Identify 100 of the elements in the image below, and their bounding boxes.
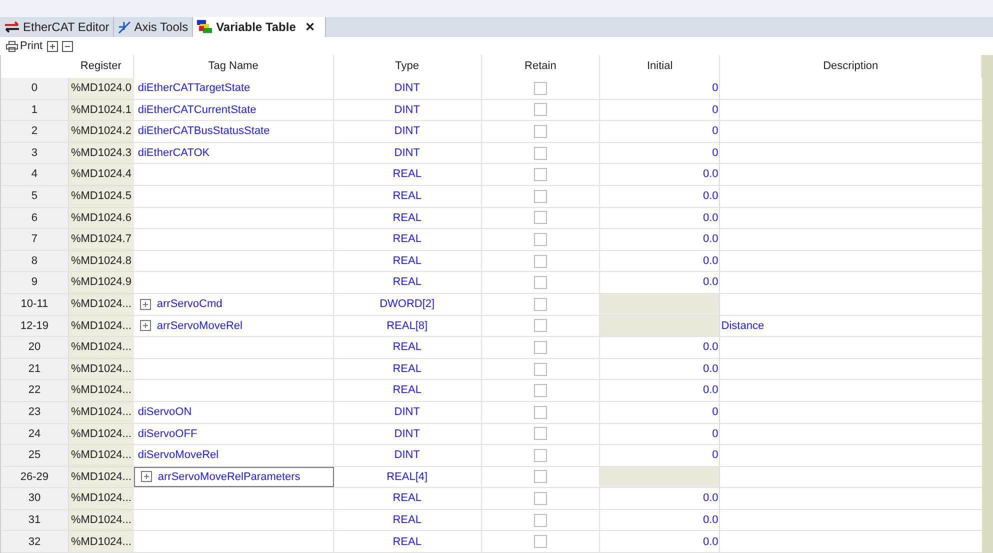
row-number-cell: 1 (1, 100, 69, 120)
expand-icon[interactable] (140, 471, 152, 482)
collapse-all-icon[interactable] (62, 40, 73, 52)
tag-name-cell[interactable]: diServoOFF (134, 424, 334, 444)
register-cell: %MD1024.4 (68, 164, 134, 185)
column-header[interactable]: Initial (600, 55, 720, 78)
retain-checkbox[interactable] (534, 82, 547, 95)
register-cell: %MD1024.3 (68, 142, 134, 164)
retain-checkbox[interactable] (534, 254, 547, 268)
close-button[interactable]: ✕ (304, 18, 315, 36)
expand-all-icon[interactable] (46, 40, 58, 52)
retain-checkbox[interactable] (534, 276, 547, 290)
row-number-cell: 22 (1, 380, 69, 401)
tag-name-cell[interactable]: diServoMoveRel (134, 445, 334, 466)
printer-icon (6, 40, 18, 52)
initial-cell: 0 (600, 424, 720, 444)
column-header[interactable]: Type (334, 55, 482, 78)
type-cell: REAL[8] (334, 316, 482, 336)
retain-checkbox[interactable] (534, 124, 547, 138)
type-cell: DINT (334, 402, 482, 422)
type-cell: REAL (334, 358, 482, 380)
row-number-cell: 5 (1, 186, 69, 207)
axis-icon (118, 20, 132, 34)
row-number-cell: 7 (1, 229, 69, 250)
register-cell: %MD1024... (68, 488, 134, 509)
tag-name-cell[interactable]: arrServoMoveRelParameters (134, 466, 334, 488)
type-cell: REAL (334, 272, 482, 293)
retain-checkbox[interactable] (534, 535, 547, 548)
tag-name-cell[interactable]: arrServoCmd (134, 294, 334, 315)
row-number-cell: 10-11 (1, 294, 69, 315)
retain-checkbox[interactable] (534, 190, 547, 203)
retain-checkbox[interactable] (534, 298, 547, 311)
type-cell: DINT (334, 424, 482, 444)
row-number-cell: 31 (1, 510, 69, 530)
row-number-cell: 9 (1, 272, 69, 293)
register-cell: %MD1024... (68, 510, 134, 530)
retain-checkbox[interactable] (534, 427, 547, 440)
register-cell: %MD1024... (68, 337, 134, 358)
tag-name-cell[interactable]: diEtherCATOK (134, 142, 334, 164)
register-cell: %MD1024.0 (68, 78, 134, 99)
tag-name-cell[interactable]: diServoON (134, 402, 334, 422)
type-cell: REAL (334, 250, 482, 272)
type-cell: DINT (334, 445, 482, 466)
retain-checkbox[interactable] (534, 168, 547, 182)
initial-cell: 0.0 (600, 164, 720, 185)
type-cell: REAL (334, 510, 482, 530)
initial-cell: 0.0 (600, 488, 720, 509)
register-cell: %MD1024... (68, 466, 134, 488)
retain-checkbox[interactable] (534, 470, 547, 484)
retain-checkbox[interactable] (534, 232, 547, 246)
retain-checkbox[interactable] (534, 384, 547, 398)
print-button[interactable]: Print (6, 38, 43, 54)
initial-cell: 0 (600, 78, 720, 99)
initial-cell: 0.0 (600, 358, 720, 380)
retain-checkbox[interactable] (534, 448, 547, 462)
retain-checkbox[interactable] (534, 211, 547, 224)
type-cell: REAL (334, 208, 482, 228)
initial-cell: 0.0 (600, 208, 720, 228)
retain-checkbox[interactable] (534, 319, 547, 332)
register-cell: %MD1024.7 (68, 229, 134, 250)
expand-icon[interactable] (140, 320, 151, 332)
retain-checkbox[interactable] (534, 362, 547, 376)
tag-name-cell[interactable]: diEtherCATCurrentState (134, 100, 334, 120)
editor-tab[interactable]: Variable Table ✕ (193, 17, 326, 37)
row-number-cell: 26-29 (1, 466, 69, 488)
initial-cell: 0.0 (600, 510, 720, 530)
initial-cell: 0.0 (600, 272, 720, 293)
column-header[interactable]: Tag Name (134, 55, 334, 78)
row-number-cell: 20 (1, 337, 69, 358)
retain-checkbox[interactable] (534, 340, 547, 354)
register-cell: %MD1024... (68, 294, 134, 315)
row-number-cell: 24 (1, 424, 69, 444)
double-arrow-icon (4, 21, 20, 33)
register-cell: %MD1024.2 (68, 121, 134, 142)
register-cell: %MD1024.1 (68, 100, 134, 120)
tag-name-cell[interactable]: arrServoMoveRel (134, 316, 334, 336)
register-cell: %MD1024.8 (68, 250, 134, 272)
register-cell: %MD1024... (68, 316, 134, 336)
type-cell: DWORD[2] (334, 294, 482, 315)
tag-name-cell[interactable]: diEtherCATTargetState (134, 78, 334, 99)
type-cell: REAL (334, 186, 482, 207)
retain-checkbox[interactable] (534, 406, 547, 419)
row-number-cell: 12-19 (1, 316, 69, 336)
column-header[interactable]: Retain (482, 55, 600, 78)
expand-icon[interactable] (140, 298, 151, 310)
initial-cell: 0 (600, 445, 720, 466)
row-number-cell: 25 (1, 445, 69, 466)
row-number-cell: 2 (1, 121, 69, 142)
row-number-cell: 3 (1, 142, 69, 164)
retain-checkbox[interactable] (534, 146, 547, 160)
row-number-cell: 8 (1, 250, 69, 272)
register-cell: %MD1024.6 (68, 208, 134, 228)
retain-checkbox[interactable] (534, 103, 547, 116)
retain-checkbox[interactable] (534, 514, 547, 527)
row-number-cell: 6 (1, 208, 69, 228)
stacked-layers-icon (197, 20, 214, 34)
tag-name-cell[interactable]: diEtherCATBusStatusState (134, 121, 334, 142)
row-number-cell: 4 (1, 164, 69, 185)
type-cell: REAL[4] (334, 466, 482, 488)
retain-checkbox[interactable] (534, 492, 547, 506)
